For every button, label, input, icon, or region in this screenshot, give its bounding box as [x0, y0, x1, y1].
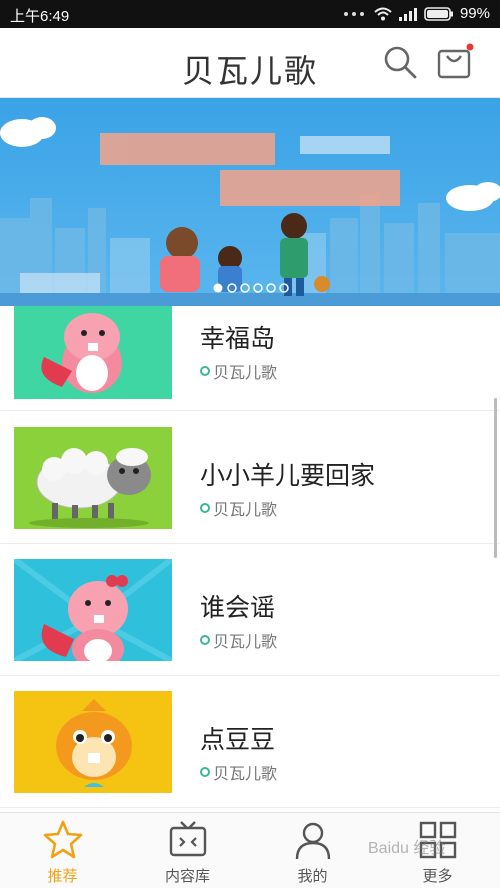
song-thumbnail: [14, 559, 172, 661]
person-icon: [295, 822, 331, 860]
status-bar: 上午6:49 99%: [0, 0, 500, 28]
tab-mine[interactable]: 我的: [250, 813, 375, 889]
shopping-bag-icon[interactable]: [436, 42, 474, 80]
list-item[interactable]: 小小羊儿要回家 贝瓦儿歌: [0, 412, 500, 544]
status-indicators: 99%: [342, 5, 490, 22]
battery-percentage: 99%: [459, 5, 490, 22]
tab-library[interactable]: 内容库: [125, 813, 250, 889]
signal-icon: [398, 7, 417, 21]
tab-label: 推荐: [47, 867, 78, 885]
app-bar: 贝瓦儿歌: [0, 28, 500, 98]
author-dot-icon: [200, 767, 210, 777]
tab-label: 更多: [422, 867, 453, 885]
pink-beaver-image: [14, 559, 172, 661]
orange-beaver-image: [56, 699, 132, 787]
song-author: 贝瓦儿歌: [200, 628, 277, 652]
cart-badge-dot: [466, 43, 474, 51]
song-title: 谁会谣: [200, 593, 276, 622]
song-title: 点豆豆: [200, 725, 276, 754]
battery-icon: [424, 6, 453, 21]
search-icon[interactable]: [382, 44, 418, 80]
promo-banner[interactable]: [0, 98, 500, 306]
author-dot-icon: [200, 366, 210, 376]
tv-icon: [169, 821, 207, 857]
song-author-label: 贝瓦儿歌: [213, 500, 278, 519]
song-thumbnail: [14, 427, 172, 529]
list-item[interactable]: 点豆豆 贝瓦儿歌: [0, 676, 500, 808]
list-item[interactable]: 幸福岛 贝瓦儿歌: [0, 306, 500, 411]
wifi-icon: [374, 7, 392, 20]
song-title: 小小羊儿要回家: [200, 461, 376, 490]
song-title: 幸福岛: [200, 324, 276, 353]
song-author: 贝瓦儿歌: [200, 359, 277, 383]
star-icon: [43, 820, 83, 859]
song-list: 幸福岛 贝瓦儿歌 小小羊儿要回家 贝瓦儿歌 谁会谣 贝瓦儿歌 点豆豆 贝瓦儿歌: [0, 306, 500, 812]
page-title: 贝瓦儿歌: [181, 52, 318, 90]
status-time: 上午6:49: [10, 8, 70, 25]
song-author-label: 贝瓦儿歌: [213, 632, 278, 651]
tab-label: 我的: [297, 867, 328, 885]
author-dot-icon: [200, 635, 210, 645]
song-thumbnail: [14, 691, 172, 793]
watermark: Baidu 经验: [368, 840, 446, 857]
tab-recommend[interactable]: 推荐: [0, 813, 125, 889]
song-author-label: 贝瓦儿歌: [213, 764, 278, 783]
list-scrollbar[interactable]: [494, 398, 497, 558]
sheep-image: [29, 448, 151, 528]
tab-label: 内容库: [164, 867, 210, 885]
author-dot-icon: [200, 503, 210, 513]
banner-illustration: [0, 117, 500, 306]
song-author: 贝瓦儿歌: [200, 760, 277, 784]
list-item[interactable]: 谁会谣 贝瓦儿歌: [0, 544, 500, 676]
pink-beaver-image: [41, 313, 122, 393]
song-author: 贝瓦儿歌: [200, 496, 277, 520]
song-author-label: 贝瓦儿歌: [213, 363, 278, 382]
song-thumbnail: [14, 306, 172, 399]
notification-dots-icon: [343, 11, 364, 16]
